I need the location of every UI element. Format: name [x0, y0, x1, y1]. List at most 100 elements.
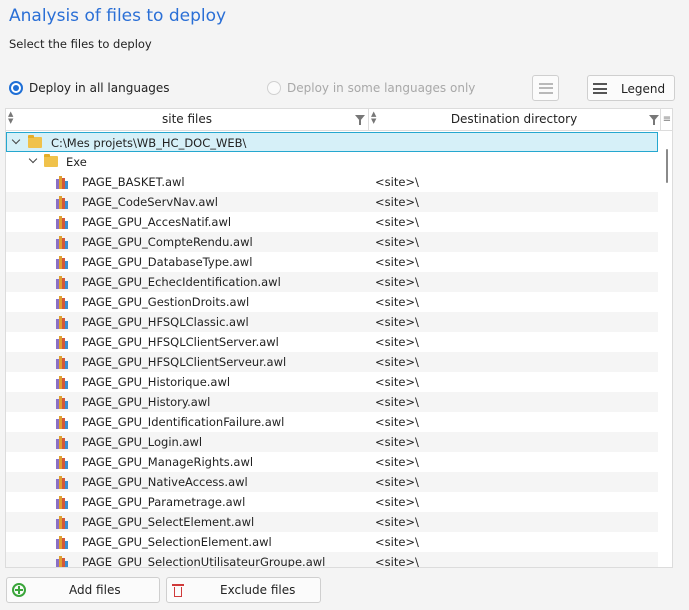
table-row[interactable]: PAGE_GPU_GestionDroits.awl <site>\ — [6, 292, 658, 312]
file-icon — [56, 335, 70, 349]
destination-directory: <site>\ — [375, 395, 419, 409]
table-row[interactable]: PAGE_GPU_DatabaseType.awl <site>\ — [6, 252, 658, 272]
exclude-files-label: Exclude files — [220, 583, 296, 597]
file-name: PAGE_GPU_Login.awl — [82, 435, 203, 449]
destination-directory: <site>\ — [375, 415, 419, 429]
destination-directory: <site>\ — [375, 175, 419, 189]
legend-label: Legend — [621, 82, 666, 96]
file-name: PAGE_GPU_DatabaseType.awl — [82, 255, 253, 269]
table-row[interactable]: PAGE_GPU_Historique.awl <site>\ — [6, 372, 658, 392]
deploy-some-radio — [267, 81, 281, 95]
destination-directory: <site>\ — [375, 515, 419, 529]
sort-icon[interactable]: ▲ ▼ — [8, 111, 13, 125]
filter-icon[interactable] — [649, 115, 659, 125]
table-row[interactable]: PAGE_GPU_HFSQLClassic.awl <site>\ — [6, 312, 658, 332]
scrollbar-thumb[interactable] — [666, 149, 668, 183]
table-row[interactable]: PAGE_GPU_EchecIdentification.awl <site>\ — [6, 272, 658, 292]
column-label-site-files: site files — [161, 112, 212, 126]
table-row[interactable]: PAGE_GPU_SelectElement.awl <site>\ — [6, 512, 658, 532]
deploy-all-option[interactable]: Deploy in all languages — [9, 78, 170, 98]
legend-button[interactable]: Legend — [587, 75, 675, 101]
file-name: PAGE_GPU_EchecIdentification.awl — [82, 275, 281, 289]
file-name: PAGE_GPU_ManageRights.awl — [82, 455, 254, 469]
table-body: C:\Mes projets\WB_HC_DOC_WEB\ Exe PAGE_B… — [6, 131, 672, 567]
table-row[interactable]: PAGE_GPU_SelectionUtilisateurGroupe.awl … — [6, 552, 658, 567]
file-name: PAGE_CodeServNav.awl — [82, 195, 219, 209]
destination-directory: <site>\ — [375, 215, 419, 229]
vertical-scrollbar[interactable] — [662, 131, 672, 567]
table-row[interactable]: PAGE_GPU_IdentificationFailure.awl <site… — [6, 412, 658, 432]
add-files-button[interactable]: Add files — [6, 577, 160, 603]
menu-icon — [593, 83, 607, 94]
column-header-destination[interactable]: ▲ ▼ Destination directory — [368, 109, 660, 130]
file-name: PAGE_GPU_SelectionElement.awl — [82, 535, 272, 549]
file-name: PAGE_GPU_SelectionUtilisateurGroupe.awl — [82, 555, 326, 567]
table-row[interactable]: PAGE_GPU_SelectionElement.awl <site>\ — [6, 532, 658, 552]
file-icon — [56, 275, 70, 289]
file-name: PAGE_GPU_AccesNatif.awl — [82, 215, 232, 229]
file-icon — [56, 495, 70, 509]
destination-directory: <site>\ — [375, 535, 419, 549]
column-header-site-files[interactable]: ▲ ▼ site files — [6, 109, 369, 130]
destination-directory: <site>\ — [375, 455, 419, 469]
folder-icon — [28, 135, 42, 148]
destination-directory: <site>\ — [375, 435, 419, 449]
folder-name: Exe — [66, 155, 87, 169]
table-row[interactable]: PAGE_GPU_CompteRendu.awl <site>\ — [6, 232, 658, 252]
table-header: ▲ ▼ site files ▲ ▼ Destination directory ≡ — [6, 109, 672, 131]
exclude-files-button[interactable]: Exclude files — [166, 577, 321, 603]
deploy-some-label: Deploy in some languages only — [287, 81, 476, 95]
destination-directory: <site>\ — [375, 275, 419, 289]
add-files-label: Add files — [69, 583, 121, 597]
trash-icon — [172, 582, 184, 597]
table-row[interactable]: PAGE_GPU_Parametrage.awl <site>\ — [6, 492, 658, 512]
menu-icon — [538, 82, 553, 94]
file-icon — [56, 395, 70, 409]
file-name: PAGE_GPU_SelectElement.awl — [82, 515, 255, 529]
table-row[interactable]: PAGE_GPU_Login.awl <site>\ — [6, 432, 658, 452]
column-label-destination: Destination directory — [450, 112, 578, 126]
filter-icon[interactable] — [355, 115, 365, 125]
file-name: PAGE_GPU_NativeAccess.awl — [82, 475, 248, 489]
file-icon — [56, 555, 70, 567]
collapse-icon[interactable] — [29, 156, 37, 164]
table-row[interactable]: PAGE_GPU_History.awl <site>\ — [6, 392, 658, 412]
file-name: PAGE_GPU_Historique.awl — [82, 375, 231, 389]
table-row-exe-folder[interactable]: Exe — [6, 152, 658, 172]
table-row[interactable]: PAGE_BASKET.awl <site>\ — [6, 172, 658, 192]
destination-directory: <site>\ — [375, 195, 419, 209]
table-row[interactable]: PAGE_CodeServNav.awl <site>\ — [6, 192, 658, 212]
file-icon — [56, 455, 70, 469]
destination-directory: <site>\ — [375, 475, 419, 489]
destination-directory: <site>\ — [375, 295, 419, 309]
page-title: Analysis of files to deploy — [9, 6, 227, 26]
column-chooser-icon[interactable]: ≡ — [660, 109, 672, 130]
table-row[interactable]: PAGE_GPU_ManageRights.awl <site>\ — [6, 452, 658, 472]
file-name: PAGE_GPU_History.awl — [82, 395, 211, 409]
options-menu-button — [532, 75, 559, 101]
table-row[interactable]: PAGE_GPU_HFSQLClientServeur.awl <site>\ — [6, 352, 658, 372]
sort-icon[interactable]: ▲ ▼ — [371, 111, 376, 125]
table-row[interactable]: PAGE_GPU_NativeAccess.awl <site>\ — [6, 472, 658, 492]
root-folder-name: C:\Mes projets\WB_HC_DOC_WEB\ — [51, 136, 247, 150]
file-icon — [56, 175, 70, 189]
file-name: PAGE_GPU_HFSQLClassic.awl — [82, 315, 249, 329]
table-row-root-folder[interactable]: C:\Mes projets\WB_HC_DOC_WEB\ — [6, 132, 658, 152]
destination-directory: <site>\ — [375, 235, 419, 249]
file-icon — [56, 475, 70, 489]
table-row[interactable]: PAGE_GPU_HFSQLClientServer.awl <site>\ — [6, 332, 658, 352]
file-icon — [56, 235, 70, 249]
files-table: ▲ ▼ site files ▲ ▼ Destination directory ≡… — [5, 108, 673, 568]
deploy-some-option: Deploy in some languages only — [267, 78, 475, 98]
file-name: PAGE_GPU_Parametrage.awl — [82, 495, 246, 509]
destination-directory: <site>\ — [375, 335, 419, 349]
file-icon — [56, 515, 70, 529]
destination-directory: <site>\ — [375, 495, 419, 509]
file-icon — [56, 315, 70, 329]
collapse-icon[interactable] — [12, 137, 20, 145]
deploy-all-radio[interactable] — [9, 81, 23, 95]
file-icon — [56, 375, 70, 389]
table-row[interactable]: PAGE_GPU_AccesNatif.awl <site>\ — [6, 212, 658, 232]
destination-directory: <site>\ — [375, 375, 419, 389]
destination-directory: <site>\ — [375, 255, 419, 269]
